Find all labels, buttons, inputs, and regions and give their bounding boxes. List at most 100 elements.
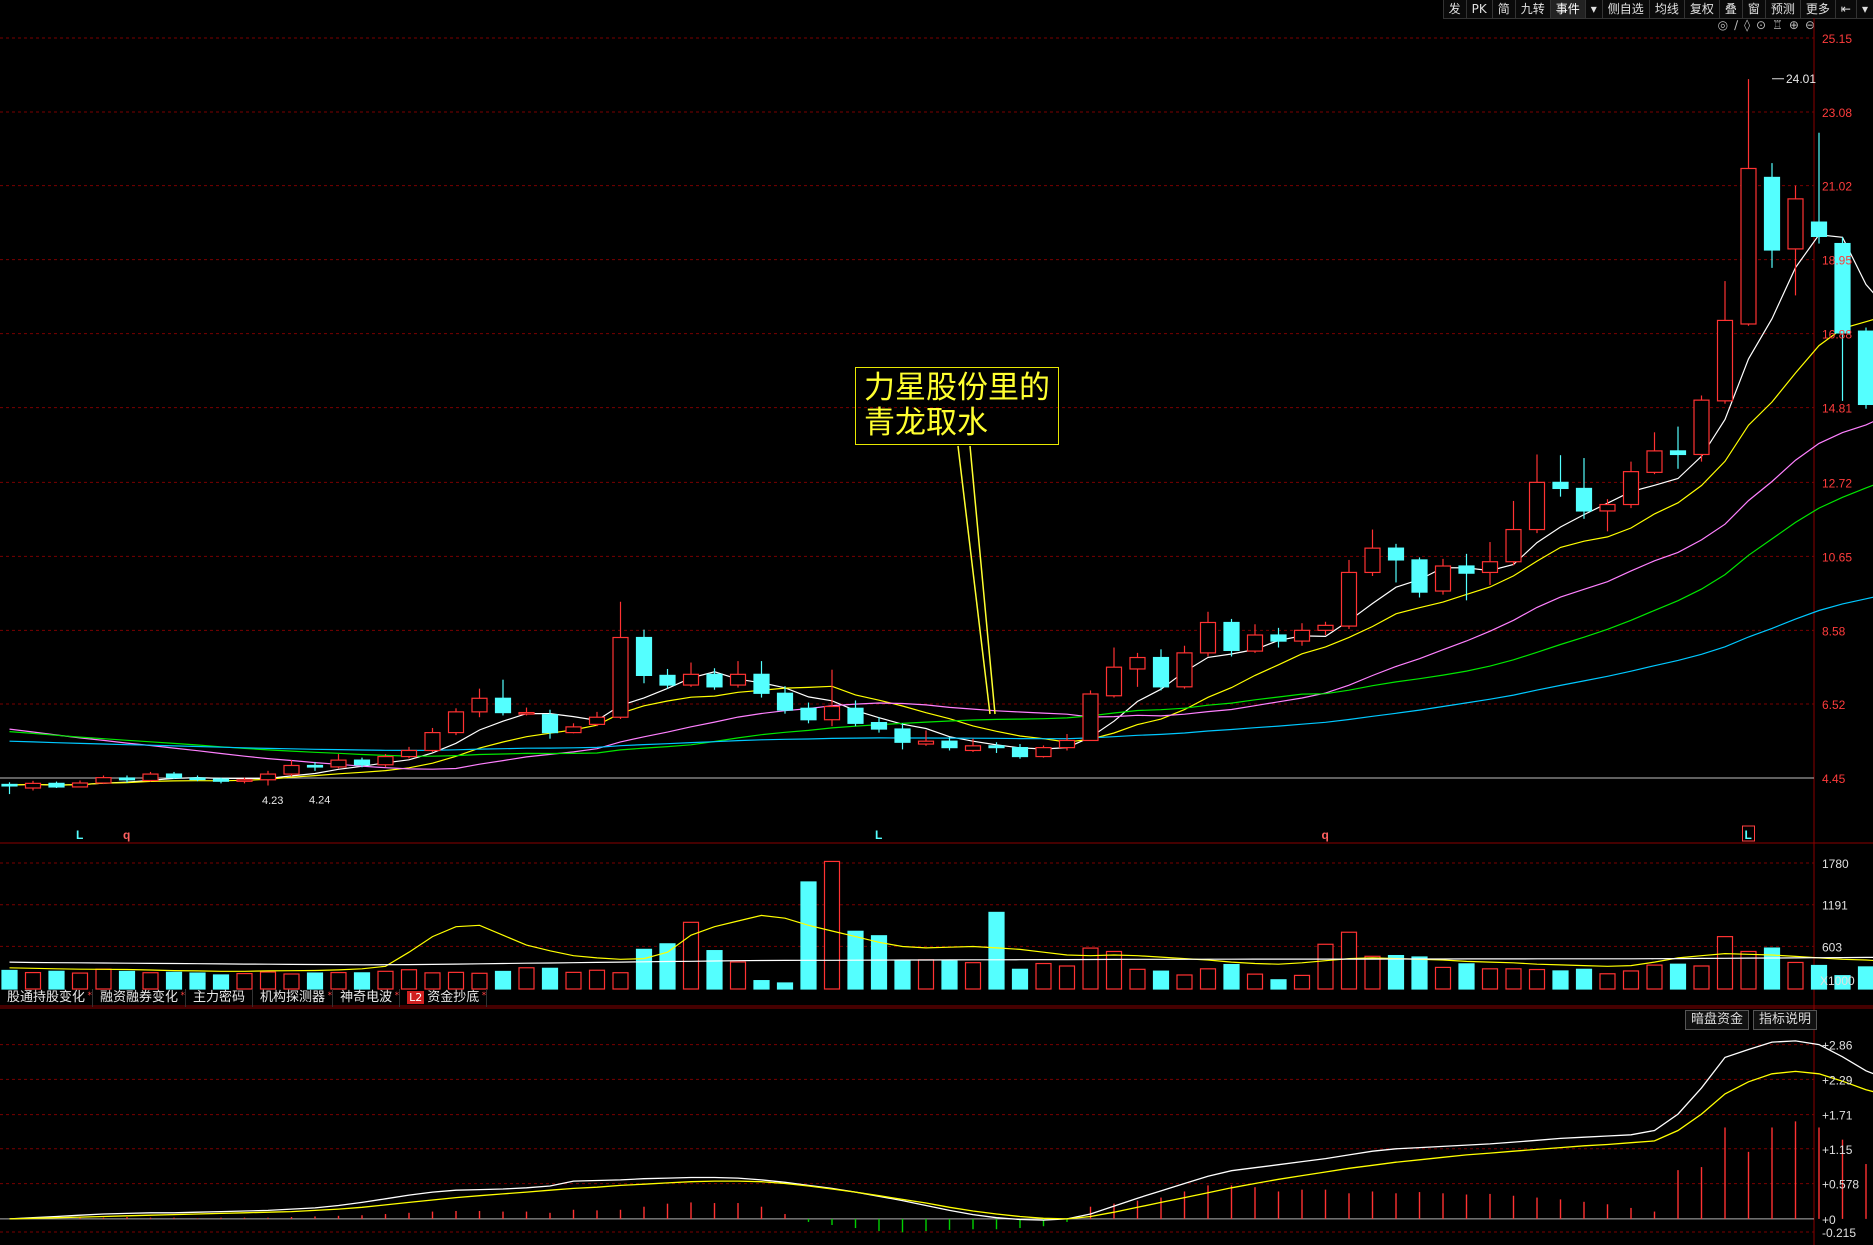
candle[interactable] bbox=[1011, 744, 1029, 759]
stock-chart[interactable]: 24.01 4.23 4.24 L q Lq L 25.15 23.08 21.02 18.95 1… bbox=[0, 0, 1873, 1245]
candle-body bbox=[95, 777, 112, 784]
candle-body bbox=[1481, 561, 1499, 574]
candle[interactable] bbox=[1152, 649, 1170, 691]
candle[interactable] bbox=[1669, 426, 1687, 469]
candle[interactable] bbox=[588, 711, 606, 727]
candle[interactable] bbox=[1434, 558, 1452, 595]
candle[interactable] bbox=[1364, 529, 1381, 577]
candle[interactable] bbox=[1716, 281, 1734, 404]
candle[interactable] bbox=[706, 668, 723, 690]
candle[interactable] bbox=[1622, 461, 1640, 509]
candle[interactable] bbox=[1599, 499, 1616, 532]
candle[interactable] bbox=[753, 661, 770, 698]
signal-marker: L bbox=[875, 828, 882, 842]
indicator-tab[interactable]: 主力密码 bbox=[186, 989, 254, 1007]
candle[interactable] bbox=[1646, 432, 1663, 475]
indicator-tab[interactable]: 神奇电波 * bbox=[333, 989, 401, 1007]
candle[interactable] bbox=[1693, 395, 1710, 462]
volume-bar bbox=[1646, 964, 1663, 990]
candle[interactable] bbox=[471, 688, 488, 718]
candle[interactable] bbox=[1763, 163, 1781, 268]
candle[interactable] bbox=[1129, 652, 1146, 687]
low-label: 4.24 bbox=[309, 795, 330, 807]
volume-bar bbox=[988, 911, 1005, 990]
candle-body bbox=[165, 773, 183, 779]
candle[interactable] bbox=[447, 708, 465, 736]
candle[interactable] bbox=[424, 727, 441, 752]
candle-body bbox=[1599, 503, 1616, 512]
volume-bar bbox=[753, 980, 770, 990]
candle[interactable] bbox=[165, 771, 183, 780]
candle-body bbox=[894, 728, 911, 743]
candle-body bbox=[1810, 221, 1828, 238]
candle[interactable] bbox=[565, 723, 582, 734]
candle[interactable] bbox=[330, 754, 347, 769]
volume-panel bbox=[1, 860, 1873, 990]
candle[interactable] bbox=[800, 702, 817, 724]
candle[interactable] bbox=[1575, 458, 1593, 519]
candle[interactable] bbox=[682, 662, 700, 687]
indicator-button[interactable]: 指标说明 bbox=[1752, 1010, 1817, 1030]
indicator-tab[interactable]: 股通持股变化 * bbox=[0, 989, 94, 1007]
candle[interactable] bbox=[1505, 500, 1522, 566]
candle[interactable] bbox=[1552, 455, 1569, 497]
candle-body bbox=[471, 697, 488, 713]
volume-bar bbox=[1223, 963, 1240, 990]
candle[interactable] bbox=[71, 780, 89, 788]
volume-bar bbox=[259, 971, 277, 990]
volume-bar bbox=[1152, 970, 1170, 990]
candle[interactable] bbox=[1387, 543, 1405, 583]
candle[interactable] bbox=[1411, 557, 1428, 598]
candle[interactable] bbox=[1105, 647, 1123, 698]
candle[interactable] bbox=[1528, 454, 1546, 534]
candle[interactable] bbox=[518, 707, 535, 716]
candle[interactable] bbox=[400, 746, 418, 759]
volume-bar bbox=[353, 972, 371, 990]
price-tick-label: 14.81 bbox=[1822, 402, 1852, 416]
candle[interactable] bbox=[894, 723, 911, 750]
candle[interactable] bbox=[1199, 611, 1217, 657]
candle[interactable] bbox=[1246, 624, 1264, 653]
candle[interactable] bbox=[95, 775, 112, 785]
candle[interactable] bbox=[377, 754, 394, 767]
l2-badge: L2 bbox=[407, 991, 425, 1004]
indicator-tick-label: +2.86 bbox=[1822, 1039, 1853, 1053]
candle[interactable] bbox=[823, 669, 841, 727]
candle-body bbox=[1223, 621, 1240, 651]
volume-bar bbox=[494, 970, 512, 990]
candle[interactable] bbox=[1293, 623, 1311, 646]
indicator-tab[interactable]: 机构探测器 * bbox=[253, 989, 334, 1007]
candle[interactable] bbox=[1340, 559, 1358, 629]
indicator-tab[interactable]: L2 资金抄底 * bbox=[400, 989, 488, 1007]
annotation-line-2: 青龙取水 bbox=[864, 405, 988, 441]
candle[interactable] bbox=[142, 771, 159, 782]
candle[interactable] bbox=[1, 782, 18, 795]
candle[interactable] bbox=[941, 736, 958, 751]
indicator-tab[interactable]: 融资融券变化 * bbox=[93, 989, 187, 1007]
volume-bar bbox=[894, 960, 911, 990]
candle[interactable] bbox=[283, 760, 300, 777]
candle[interactable] bbox=[635, 629, 653, 684]
candle[interactable] bbox=[1058, 734, 1076, 751]
candle[interactable] bbox=[1857, 327, 1873, 409]
candle[interactable] bbox=[24, 780, 42, 791]
indicator-tick-label: +0.578 bbox=[1822, 1178, 1859, 1192]
candle[interactable] bbox=[48, 781, 65, 789]
candle[interactable] bbox=[1176, 645, 1193, 689]
candle[interactable] bbox=[1481, 542, 1499, 585]
candle[interactable] bbox=[1223, 618, 1240, 657]
volume-bar bbox=[424, 972, 441, 990]
candle[interactable] bbox=[1035, 745, 1052, 758]
indicator-tab-label: 股通持股变化 bbox=[7, 990, 86, 1005]
indicator-tick-label: +1.15 bbox=[1822, 1143, 1853, 1157]
candle-body bbox=[259, 773, 277, 781]
candle[interactable] bbox=[729, 661, 747, 688]
candle[interactable] bbox=[1082, 690, 1099, 742]
candle[interactable] bbox=[1740, 79, 1757, 326]
indicator-button[interactable]: 暗盘资金 bbox=[1684, 1010, 1749, 1030]
candle-body bbox=[236, 779, 253, 782]
candle[interactable] bbox=[259, 770, 277, 786]
candle[interactable] bbox=[494, 679, 512, 716]
candle[interactable] bbox=[212, 777, 230, 784]
candle[interactable] bbox=[612, 601, 629, 720]
